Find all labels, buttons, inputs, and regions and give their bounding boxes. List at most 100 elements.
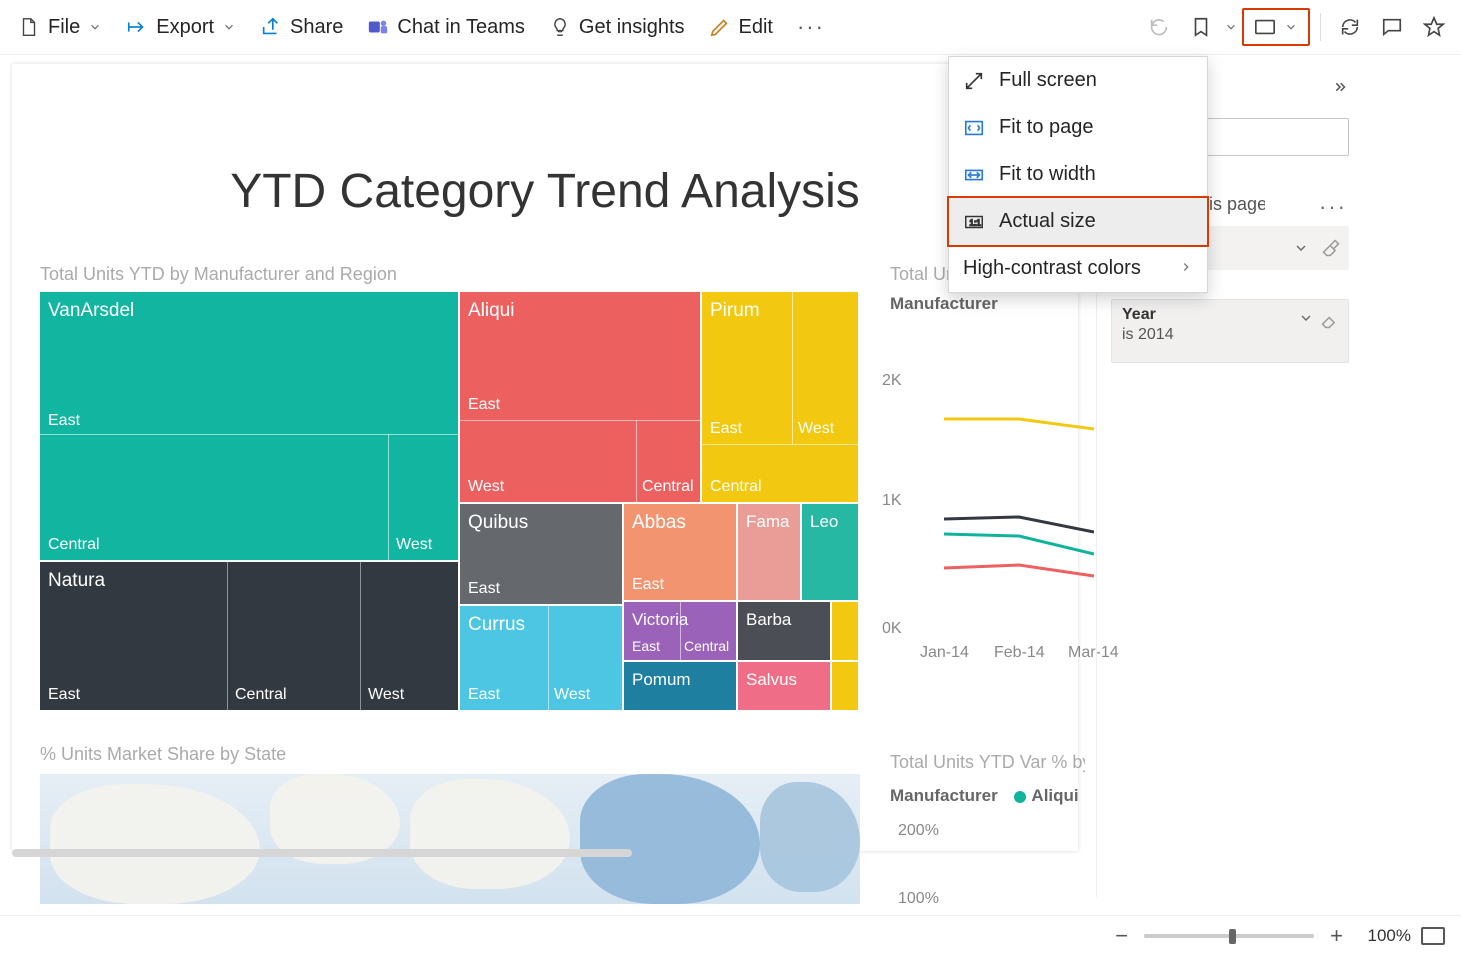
get-insights-button[interactable]: Get insights (539, 10, 695, 45)
zoom-out-button[interactable]: − (1109, 923, 1134, 949)
cell-name: Currus (468, 614, 525, 636)
treemap-cell-pomum[interactable]: Pomum (624, 662, 736, 710)
bookmark-button[interactable] (1182, 10, 1220, 44)
x-tick: Jan-14 (920, 644, 969, 662)
treemap-cell-leo[interactable]: Leo (802, 504, 858, 600)
treemap-cell-abbas[interactable]: Abbas East (624, 504, 736, 600)
view-full-screen[interactable]: Full screen (949, 57, 1207, 104)
cell-region: Central (235, 686, 287, 704)
share-button[interactable]: Share (250, 10, 353, 45)
export-label: Export (156, 16, 214, 39)
chevron-down-icon (222, 20, 236, 34)
line-plot-area (944, 364, 1094, 634)
zoom-slider[interactable] (1144, 934, 1314, 938)
file-menu[interactable]: File (8, 10, 112, 45)
view-high-contrast[interactable]: High-contrast colors (949, 245, 1207, 292)
view-fit-to-page[interactable]: Fit to page (949, 104, 1207, 151)
edit-button[interactable]: Edit (699, 10, 783, 45)
cell-name: Pomum (632, 670, 691, 690)
treemap-cell-salvus[interactable]: Salvus (738, 662, 830, 710)
chat-in-teams-button[interactable]: Chat in Teams (357, 10, 534, 45)
actual-size-highlight: 1:1 Actual size (947, 196, 1209, 247)
insights-label: Get insights (579, 16, 685, 39)
menu-label: High-contrast colors (963, 257, 1141, 280)
menu-label: Actual size (999, 210, 1096, 233)
treemap-cell-victoria[interactable]: Victoria East Central (624, 602, 736, 660)
more-options-button[interactable]: ··· (787, 8, 835, 46)
chevron-down-icon[interactable] (1224, 20, 1238, 34)
var-y-tick: 100% (898, 890, 939, 908)
treemap-cell-pirum[interactable]: Pirum East West Central (702, 292, 858, 502)
view-menu-button[interactable] (1242, 8, 1310, 46)
treemap-cell-vanarsdel[interactable]: VanArsdel East Central West (40, 292, 458, 560)
map-visual[interactable] (40, 774, 860, 904)
cell-region: East (468, 686, 500, 704)
share-icon (260, 16, 282, 38)
cell-region: West (798, 420, 834, 438)
file-icon (18, 16, 40, 38)
treemap-cell-small2[interactable] (832, 662, 858, 710)
var-y-tick: 200% (898, 822, 939, 840)
eraser-icon[interactable] (1320, 310, 1340, 335)
chevron-right-icon (1179, 257, 1193, 280)
actual-size-icon: 1:1 (963, 211, 985, 233)
legend-label: Manufacturer (890, 786, 998, 805)
legend-item: Aliqui (1031, 786, 1078, 805)
filter-card-year[interactable]: Year is 2014 (1111, 299, 1349, 363)
treemap-cell-quibus[interactable]: Quibus East (460, 504, 622, 604)
expand-filters-icon[interactable] (1331, 78, 1349, 101)
y-tick: 1K (882, 492, 912, 510)
treemap-cell-currus[interactable]: Currus East West (460, 606, 622, 710)
export-icon (126, 16, 148, 38)
eraser-icon[interactable] (1321, 238, 1341, 263)
export-menu[interactable]: Export (116, 10, 246, 45)
cell-region: Central (710, 478, 762, 496)
legend-dot-aliqui (1014, 791, 1026, 803)
cell-region: Central (684, 638, 729, 654)
cell-region: East (632, 576, 664, 594)
treemap-title: Total Units YTD by Manufacturer and Regi… (40, 264, 397, 285)
cell-name: Aliqui (468, 300, 514, 322)
horizontal-scrollbar[interactable] (12, 846, 1078, 860)
fit-to-page-button[interactable] (1421, 927, 1445, 945)
treemap-cell-aliqui[interactable]: Aliqui East West Central (460, 292, 700, 502)
fit-page-icon (963, 117, 985, 139)
cell-name: VanArsdel (48, 300, 134, 322)
comment-button[interactable] (1373, 10, 1411, 44)
fullscreen-icon (963, 70, 985, 92)
view-fit-to-width[interactable]: Fit to width (949, 151, 1207, 198)
reset-button[interactable] (1140, 10, 1178, 44)
cell-name: Leo (810, 512, 838, 532)
cell-region: East (468, 396, 500, 414)
treemap-cell-natura[interactable]: Natura East Central West (40, 562, 458, 710)
cell-region: West (468, 478, 504, 496)
svg-text:1:1: 1:1 (969, 218, 981, 227)
favorite-button[interactable] (1415, 10, 1453, 44)
scrollbar-thumb[interactable] (12, 849, 632, 857)
treemap-cell-barba[interactable]: Barba (738, 602, 830, 660)
view-actual-size[interactable]: 1:1 Actual size (949, 198, 1207, 245)
cell-region: West (368, 686, 404, 704)
cell-region: East (48, 686, 80, 704)
filter-more-icon[interactable]: ··· (1319, 194, 1347, 220)
treemap-cell-fama[interactable]: Fama (738, 504, 800, 600)
chat-label: Chat in Teams (397, 16, 524, 39)
chevron-down-icon (1284, 20, 1298, 34)
chevron-down-icon[interactable] (1298, 310, 1314, 331)
cell-name: Fama (746, 512, 789, 532)
view-icon (1254, 16, 1276, 38)
refresh-button[interactable] (1331, 10, 1369, 44)
treemap-visual[interactable]: VanArsdel East Central West Natura East … (40, 292, 860, 710)
zoom-percent: 100% (1359, 926, 1411, 946)
report-canvas[interactable]: YTD Category Trend Analysis Total Units … (12, 64, 1078, 851)
linechart-visual[interactable]: 2K 1K 0K Jan-14 Feb-14 Mar-14 (890, 364, 1076, 674)
toolbar-right (1140, 8, 1453, 46)
zoom-in-button[interactable]: + (1324, 923, 1349, 949)
zoom-slider-thumb[interactable] (1229, 929, 1236, 944)
chevron-down-icon[interactable] (1293, 240, 1309, 261)
y-tick: 2K (882, 372, 912, 390)
cell-region: Central (642, 478, 694, 496)
treemap-cell-small1[interactable] (832, 602, 858, 660)
fit-width-icon (963, 164, 985, 186)
edit-label: Edit (739, 16, 773, 39)
